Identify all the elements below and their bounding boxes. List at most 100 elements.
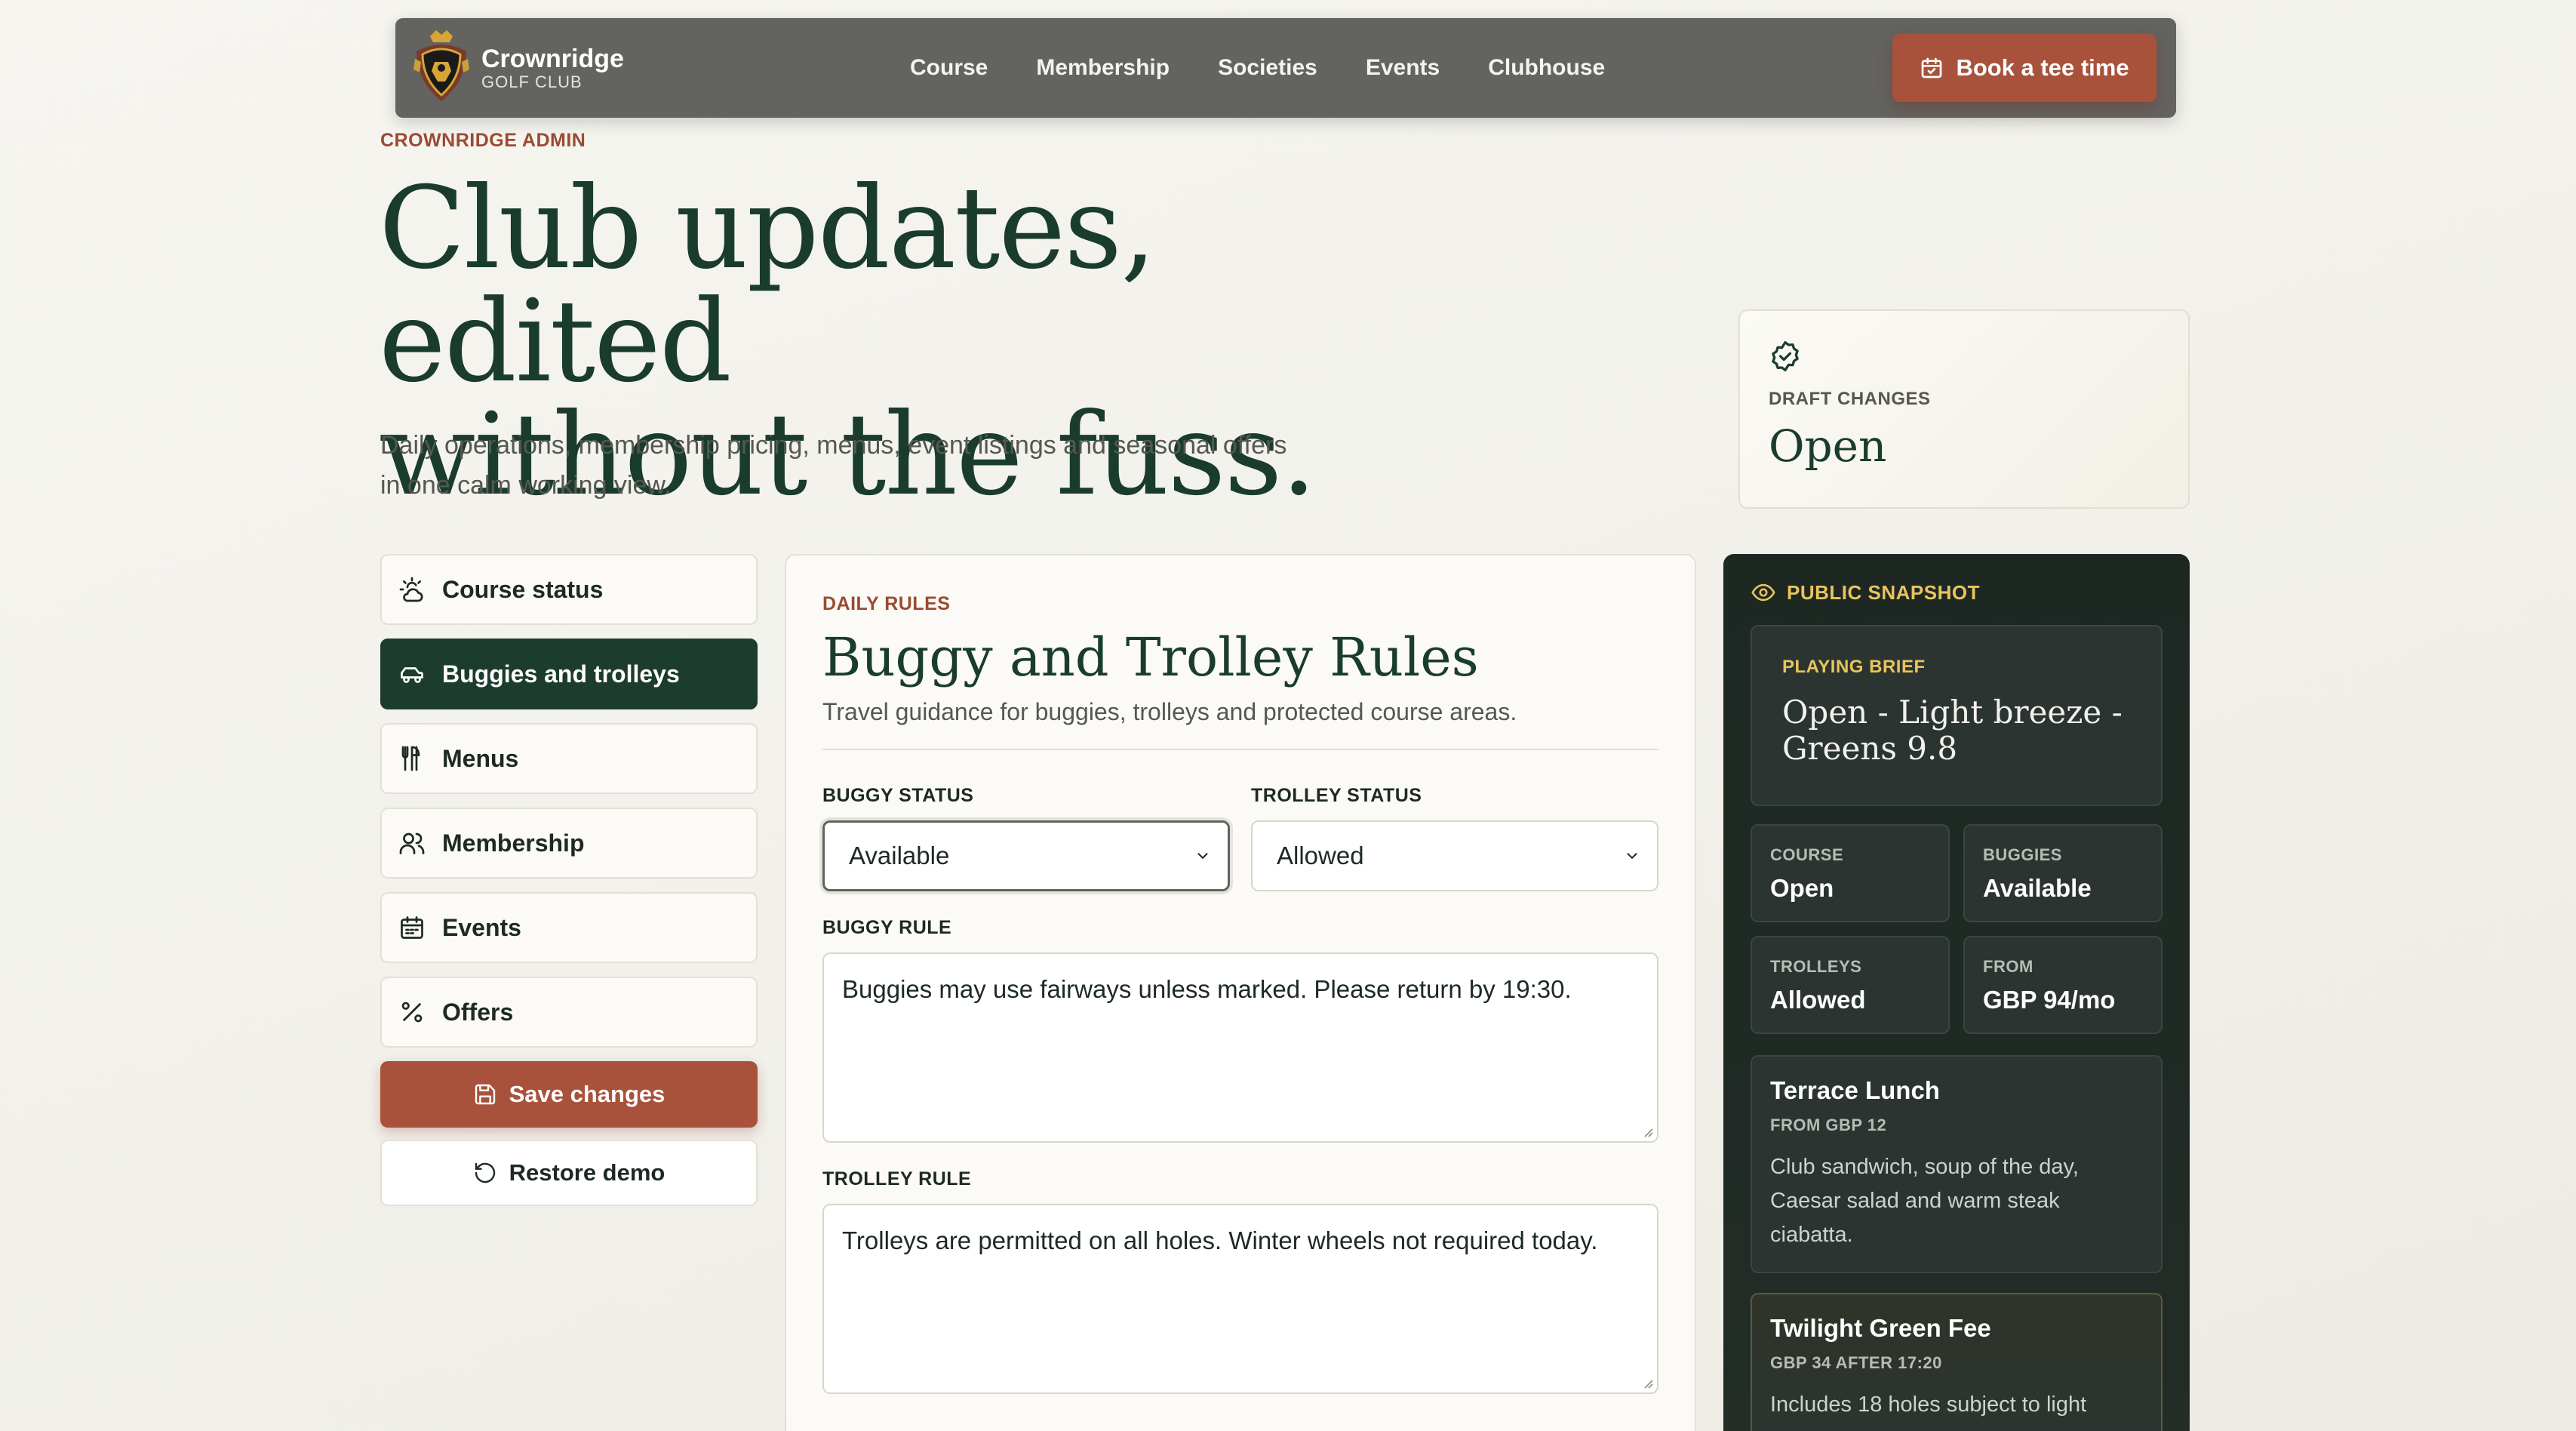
save-icon — [475, 1084, 495, 1105]
resize-grip-icon[interactable] — [1640, 1125, 1654, 1138]
card-description-line: Caesar salad and warm steak — [1770, 1189, 2060, 1213]
resize-grip-icon[interactable] — [1640, 1376, 1654, 1389]
trolley-status-value: Allowed — [1277, 842, 1364, 869]
sidebar-item-course-status[interactable]: Course status — [380, 554, 758, 625]
buggy-rule-label: BUGGY RULE — [822, 917, 952, 938]
card-description-line: Includes 18 holes subject to light — [1770, 1393, 2087, 1417]
top-nav: Crownridge GOLF CLUB Course Membership S… — [395, 18, 2176, 118]
badge-check-icon — [1772, 341, 1799, 371]
playing-brief-label: PLAYING BRIEF — [1782, 657, 1926, 677]
tile-trolleys: TROLLEYS Allowed — [1751, 936, 1950, 1034]
playing-brief-line-1: Open - Light breeze - — [1782, 694, 2123, 731]
sidebar-item-label: Course status — [442, 575, 604, 603]
sidebar-item-label: Offers — [442, 998, 514, 1026]
playing-brief-line-2: Greens 9.8 — [1782, 730, 1958, 767]
page-title-line-1: Club updates, edited — [379, 163, 1157, 408]
tile-course: COURSE Open — [1751, 824, 1950, 922]
utensils-icon — [401, 746, 420, 771]
card-description: Club sandwich, soup of the day, Caesar s… — [1770, 1150, 2143, 1252]
crest-logo-icon — [413, 30, 469, 101]
tile-label: COURSE — [1770, 845, 1844, 864]
restore-demo-label: Restore demo — [509, 1159, 666, 1186]
snapshot-header-label: PUBLIC SNAPSHOT — [1787, 580, 1980, 604]
card-description-line: ciabatta. — [1770, 1223, 1853, 1247]
offer-card-twilight-green-fee: Twilight Green Fee GBP 34 AFTER 17:20 In… — [1751, 1293, 2163, 1431]
nav-link-membership[interactable]: Membership — [1036, 55, 1170, 81]
book-tee-time-label: Book a tee time — [1956, 54, 2129, 81]
buggy-status-value: Available — [849, 842, 950, 869]
nav-link-course[interactable]: Course — [910, 55, 988, 81]
card-title: Twilight Green Fee — [1770, 1314, 1991, 1342]
trolley-rule-value: Trolleys are permitted on all holes. Win… — [842, 1226, 1598, 1254]
editor-subtitle: Travel guidance for buggies, trolleys an… — [822, 698, 1517, 725]
tile-value: Available — [1983, 874, 2092, 902]
chevron-down-icon — [1197, 853, 1208, 860]
trolley-status-label: TROLLEY STATUS — [1251, 785, 1422, 806]
restore-demo-button[interactable]: Restore demo — [380, 1140, 758, 1206]
sun-cloud-icon — [399, 577, 423, 602]
snapshot-header: PUBLIC SNAPSHOT — [1751, 580, 2163, 605]
eye-icon — [1751, 583, 1775, 602]
rules-editor: DAILY RULES Buggy and Trolley Rules Trav… — [785, 554, 1696, 1431]
nav-link-societies[interactable]: Societies — [1218, 55, 1317, 81]
trolley-status-select[interactable]: Allowed — [1251, 820, 1658, 891]
editor-title: Buggy and Trolley Rules — [822, 626, 1479, 688]
card-description: Includes 18 holes subject to light — [1770, 1388, 2143, 1422]
draft-changes-label: DRAFT CHANGES — [1769, 389, 1931, 409]
tile-value: Open — [1770, 874, 1834, 902]
save-changes-label: Save changes — [509, 1081, 666, 1107]
calendar-icon — [1922, 57, 1942, 78]
nav-link-clubhouse[interactable]: Clubhouse — [1488, 55, 1605, 81]
snapshot-tiles: COURSE Open BUGGIES Available TROLLEYS A… — [1751, 824, 2163, 1048]
tile-label: BUGGIES — [1983, 845, 2062, 864]
save-changes-button[interactable]: Save changes — [380, 1061, 758, 1128]
editor-eyebrow: DAILY RULES — [822, 593, 951, 614]
sidebar-item-label: Menus — [442, 744, 519, 772]
calendar-icon — [401, 916, 423, 939]
trolley-rule-textarea[interactable]: Trolleys are permitted on all holes. Win… — [822, 1204, 1658, 1394]
buggy-status-select[interactable]: Available — [822, 820, 1230, 891]
card-meta: FROM GBP 12 — [1770, 1116, 1887, 1134]
sidebar-item-events[interactable]: Events — [380, 892, 758, 963]
card-description-line: Club sandwich, soup of the day, — [1770, 1155, 2079, 1179]
sidebar: Course status Buggies and trolleys Menus… — [380, 554, 758, 1206]
tile-label: FROM — [1983, 957, 2033, 976]
brand-name: Crownridge — [481, 45, 624, 73]
buggy-status-label: BUGGY STATUS — [822, 785, 974, 806]
sidebar-item-label: Membership — [442, 829, 585, 857]
page-subtitle: Daily operations, membership pricing, me… — [380, 426, 1422, 506]
public-snapshot-panel: PUBLIC SNAPSHOT PLAYING BRIEF Open - Lig… — [1723, 554, 2190, 1431]
book-tee-time-button[interactable]: Book a tee time — [1892, 34, 2156, 102]
brand-subtitle: GOLF CLUB — [481, 72, 583, 91]
trolley-rule-label: TROLLEY RULE — [822, 1168, 972, 1189]
users-icon — [399, 832, 425, 854]
admin-eyebrow: CROWNRIDGE ADMIN — [380, 130, 586, 151]
chevron-down-icon — [1627, 853, 1637, 860]
page-subtitle-line-2: in one calm working view. — [380, 471, 672, 500]
sidebar-item-menus[interactable]: Menus — [380, 723, 758, 794]
nav-link-events[interactable]: Events — [1366, 55, 1440, 81]
editor-divider — [822, 749, 1658, 750]
sidebar-item-membership[interactable]: Membership — [380, 808, 758, 879]
tile-value: GBP 94/mo — [1983, 986, 2116, 1014]
sidebar-item-offers[interactable]: Offers — [380, 977, 758, 1048]
playing-brief-card: PLAYING BRIEF Open - Light breeze - Gree… — [1751, 625, 2163, 806]
brand[interactable]: Crownridge GOLF CLUB — [412, 29, 624, 107]
tile-buggies: BUGGIES Available — [1963, 824, 2163, 922]
rotate-ccw-icon — [475, 1162, 495, 1183]
nav-links: Course Membership Societies Events Clubh… — [910, 18, 1653, 118]
sidebar-item-label: Buggies and trolleys — [442, 660, 680, 688]
draft-changes-card: DRAFT CHANGES Open — [1738, 309, 2190, 509]
draft-changes-value: Open — [1769, 420, 1887, 472]
card-meta: GBP 34 AFTER 17:20 — [1770, 1353, 1942, 1372]
sidebar-item-buggies-and-trolleys[interactable]: Buggies and trolleys — [380, 639, 758, 709]
sidebar-item-label: Events — [442, 913, 521, 941]
card-title: Terrace Lunch — [1770, 1076, 1940, 1104]
tile-from-price: FROM GBP 94/mo — [1963, 936, 2163, 1034]
buggy-rule-value: Buggies may use fairways unless marked. … — [842, 975, 1572, 1003]
tile-value: Allowed — [1770, 986, 1866, 1014]
playing-brief-text: Open - Light breeze - Greens 9.8 — [1782, 694, 2131, 767]
menu-card-terrace-lunch: Terrace Lunch FROM GBP 12 Club sandwich,… — [1751, 1055, 2163, 1273]
buggy-rule-textarea[interactable]: Buggies may use fairways unless marked. … — [822, 952, 1658, 1143]
tile-label: TROLLEYS — [1770, 957, 1862, 976]
